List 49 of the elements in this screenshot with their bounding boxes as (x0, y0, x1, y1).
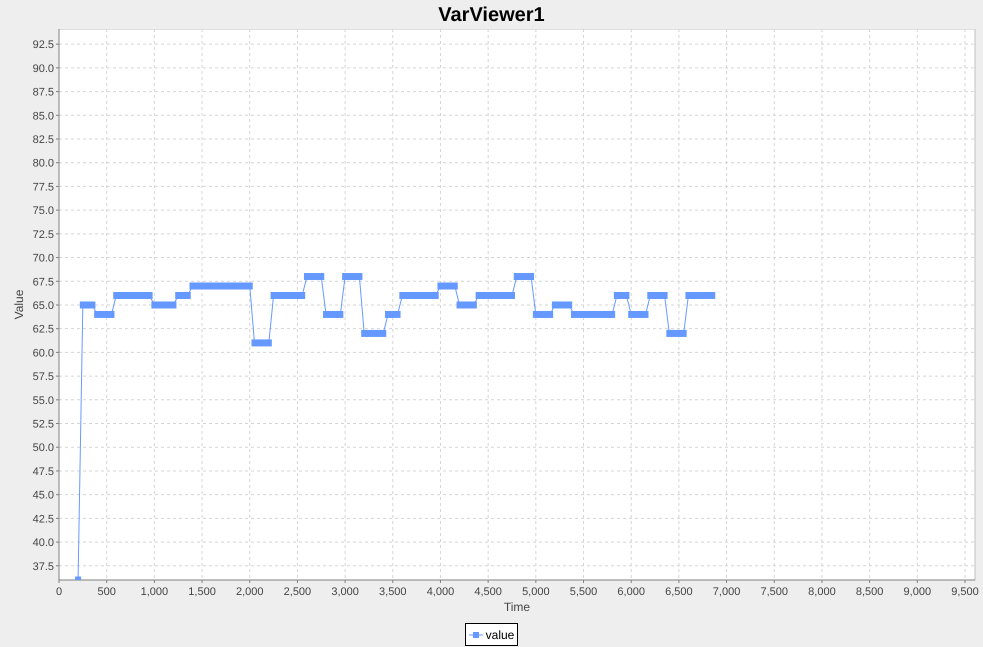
x-tick-label: 6,000 (617, 586, 645, 598)
y-tick-label: 90.0 (32, 62, 54, 75)
legend-label: value (486, 626, 514, 644)
y-tick-label: 75.0 (32, 205, 54, 218)
chart-title: VarViewer1 (438, 4, 545, 24)
y-tick-label: 92.5 (32, 39, 54, 52)
y-tick-label: 87.5 (32, 86, 54, 99)
y-tick-label: 45.0 (32, 490, 54, 502)
x-axis-title: Time (504, 600, 530, 614)
x-tick-label: 0 (56, 586, 62, 598)
x-tick-label: 8,500 (856, 586, 884, 598)
y-tick-label: 50.0 (32, 442, 54, 454)
y-tick-label: 77.5 (32, 181, 54, 194)
x-tick-label: 1,000 (140, 586, 168, 598)
x-tick-label: 7,500 (760, 586, 788, 598)
x-tick-label: 2,000 (236, 586, 264, 598)
legend-marker-icon (468, 630, 483, 638)
y-tick-label: 82.5 (32, 134, 54, 146)
x-tick-label: 7,000 (712, 586, 740, 598)
y-tick-label: 55.0 (32, 394, 54, 407)
y-tick-label: 80.0 (32, 158, 54, 170)
y-tick-label: 70.0 (32, 252, 54, 265)
x-tick-label: 5,500 (570, 586, 598, 598)
y-tick-label: 65.0 (32, 300, 54, 312)
x-tick-label: 6,500 (665, 586, 693, 598)
x-tick-label: 9,500 (951, 586, 979, 598)
x-tick-label: 3,500 (379, 586, 407, 598)
y-tick-label: 47.5 (32, 466, 54, 478)
y-tick-label: 37.5 (32, 560, 54, 573)
x-tick-label: 8,000 (808, 586, 836, 598)
x-tick-label: 4,000 (426, 586, 454, 598)
y-tick-label: 62.5 (32, 324, 54, 336)
y-tick-label: 85.0 (32, 110, 54, 122)
y-tick-label: 40.0 (32, 537, 54, 550)
x-tick-label: 5,000 (522, 586, 550, 598)
x-tick-label: 9,000 (904, 586, 932, 598)
x-tick-label: 2,500 (284, 586, 312, 598)
x-tick-label: 3,000 (331, 586, 359, 598)
x-tick-label: 1,500 (188, 586, 216, 598)
y-axis-title: Value (12, 290, 26, 320)
y-tick-label: 67.5 (32, 276, 54, 288)
y-tick-label: 42.5 (32, 513, 54, 526)
y-tick-label: 72.5 (32, 228, 54, 241)
y-tick-label: 60.0 (32, 347, 54, 360)
y-tick-label: 52.5 (32, 418, 54, 431)
x-tick-label: 4,500 (474, 586, 502, 598)
y-tick-label: 57.5 (32, 371, 54, 384)
data-point (75, 576, 82, 580)
x-tick-label: 500 (98, 586, 116, 598)
